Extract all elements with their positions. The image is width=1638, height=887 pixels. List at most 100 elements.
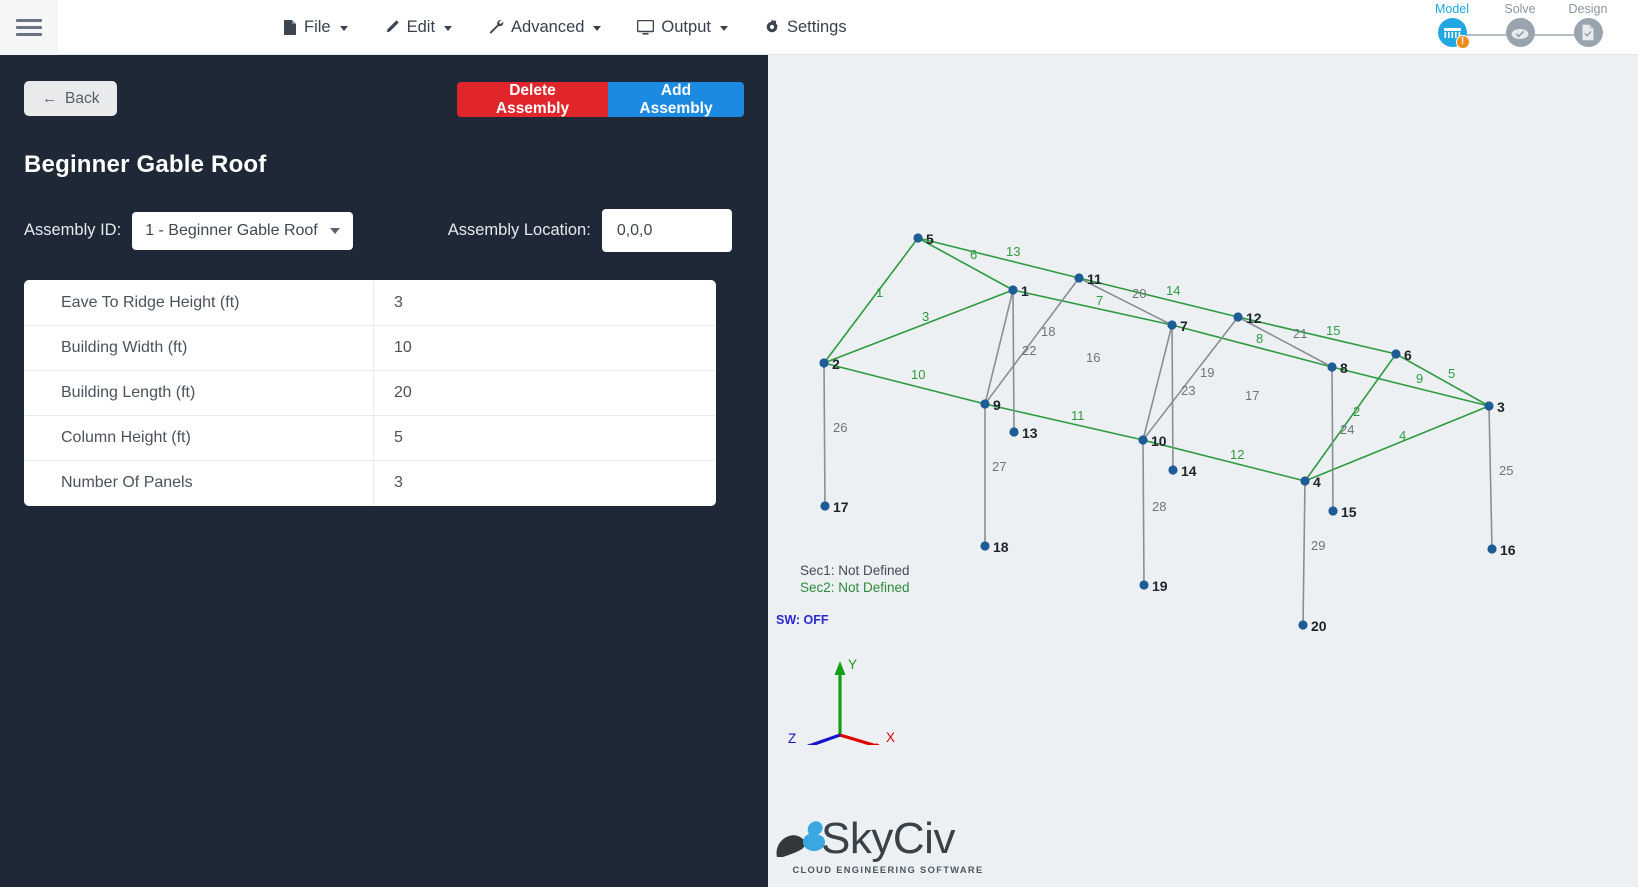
parameter-value-cell[interactable]: 20 — [374, 371, 716, 416]
stage-solve[interactable]: Solve — [1486, 2, 1554, 47]
member-id-label: 21 — [1293, 326, 1307, 341]
assembly-action-buttons: Delete Assembly Add Assembly — [457, 82, 744, 117]
assembly-location-input[interactable] — [601, 209, 732, 252]
model-member[interactable] — [1331, 366, 1490, 407]
model-node[interactable] — [1487, 544, 1497, 554]
model-member[interactable] — [984, 289, 1014, 405]
menu-item-edit[interactable]: Edit — [381, 14, 455, 41]
hamburger-menu-button[interactable] — [0, 0, 58, 55]
parameter-name-cell: Column Height (ft) — [25, 415, 374, 461]
node-id-label: 1 — [1021, 283, 1029, 299]
model-member[interactable] — [1171, 324, 1333, 368]
model-member[interactable] — [984, 277, 1080, 405]
pencil-icon — [384, 19, 400, 35]
node-id-label: 10 — [1151, 433, 1167, 449]
model-member[interactable] — [1142, 324, 1173, 441]
table-row: Number Of Panels 3 — [25, 460, 716, 506]
top-toolbar: File Edit Advanced Output Settings Model… — [0, 0, 1638, 55]
assembly-id-selected-value: 1 - Beginner Gable Roof — [145, 221, 318, 239]
member-id-label: 4 — [1399, 428, 1406, 443]
model-3d-viewport[interactable]: 1 2 3 4 5 6 7 8 9 10 11 12 13 14 15 16 17 18 19 20 21 22 23 24 2… — [768, 55, 1638, 887]
wrench-icon — [488, 19, 504, 35]
parameter-value-cell[interactable]: 3 — [374, 281, 716, 326]
model-node[interactable] — [819, 358, 829, 368]
monitor-icon — [637, 19, 655, 35]
model-node[interactable] — [1233, 312, 1243, 322]
model-node[interactable] — [1391, 349, 1401, 359]
parameter-value-cell[interactable]: 10 — [374, 326, 716, 371]
model-node[interactable] — [1009, 427, 1019, 437]
model-member[interactable] — [917, 237, 1080, 279]
model-member[interactable] — [984, 403, 1144, 441]
arrow-left-icon: ← — [42, 90, 57, 107]
menu-item-settings[interactable]: Settings — [761, 14, 850, 41]
node-id-label: 9 — [993, 397, 1001, 413]
add-assembly-button[interactable]: Add Assembly — [608, 82, 744, 117]
model-node[interactable] — [1074, 273, 1084, 283]
model-member[interactable] — [823, 362, 826, 507]
model-member[interactable] — [1142, 439, 1145, 586]
model-node[interactable] — [1168, 465, 1178, 475]
node-id-label: 18 — [993, 539, 1009, 555]
stage-design[interactable]: Design — [1554, 2, 1622, 47]
chevron-down-icon — [593, 26, 602, 31]
parameter-value-cell[interactable]: 5 — [374, 416, 716, 461]
menu-item-output[interactable]: Output — [634, 14, 731, 41]
node-id-label: 2 — [832, 356, 840, 372]
model-node[interactable] — [1327, 362, 1337, 372]
back-button[interactable]: ← Back — [24, 81, 118, 116]
document-check-icon — [1573, 18, 1603, 47]
main-menu: File Edit Advanced Output Settings — [280, 14, 850, 41]
member-id-label: 2 — [1353, 404, 1360, 419]
assembly-id-select[interactable]: 1 - Beginner Gable Roof — [132, 211, 353, 250]
svg-text:Z: Z — [788, 731, 796, 745]
model-member[interactable] — [1171, 324, 1174, 471]
menu-item-advanced[interactable]: Advanced — [485, 14, 604, 41]
member-id-label: 6 — [970, 247, 977, 262]
model-node[interactable] — [1138, 435, 1148, 445]
assembly-editor-panel: ← Back Delete Assembly Add Assembly Begi… — [0, 55, 768, 887]
menu-item-file[interactable]: File — [280, 14, 351, 41]
model-node[interactable] — [820, 501, 830, 511]
node-id-label: 13 — [1022, 425, 1038, 441]
member-id-label: 23 — [1181, 383, 1195, 398]
model-node[interactable] — [1484, 401, 1494, 411]
member-id-label: 26 — [833, 420, 847, 435]
model-node[interactable] — [1298, 620, 1308, 630]
node-id-label: 4 — [1313, 474, 1321, 490]
model-member[interactable] — [1331, 366, 1334, 512]
member-id-label: 10 — [911, 367, 925, 382]
assembly-id-label: Assembly ID: — [24, 221, 122, 239]
menu-item-output-label: Output — [661, 17, 711, 36]
stage-solve-label: Solve — [1504, 2, 1536, 16]
stage-model[interactable]: Model ! — [1418, 2, 1486, 49]
model-member[interactable] — [1142, 316, 1239, 441]
delete-assembly-button[interactable]: Delete Assembly — [457, 82, 608, 117]
member-id-label: 8 — [1256, 331, 1263, 346]
parameter-value-cell[interactable]: 3 — [374, 461, 716, 506]
model-node[interactable] — [913, 233, 923, 243]
model-member[interactable] — [1012, 289, 1015, 433]
model-node[interactable] — [1328, 506, 1338, 516]
model-node[interactable] — [1300, 476, 1310, 486]
model-node[interactable] — [1139, 580, 1149, 590]
table-row: Building Length (ft) 20 — [25, 370, 716, 416]
member-id-label: 15 — [1326, 323, 1340, 338]
chevron-down-icon — [329, 227, 340, 234]
member-id-label: 9 — [1416, 371, 1423, 386]
model-member[interactable] — [1142, 439, 1306, 482]
model-member[interactable] — [1302, 480, 1306, 626]
node-id-label: 5 — [926, 231, 934, 247]
model-member[interactable] — [823, 362, 986, 405]
model-member[interactable] — [1488, 405, 1493, 550]
model-node[interactable] — [1008, 285, 1018, 295]
model-node[interactable] — [980, 399, 990, 409]
member-id-label: 25 — [1499, 463, 1513, 478]
panel-action-row: ← Back Delete Assembly Add Assembly — [24, 81, 744, 121]
model-node[interactable] — [1167, 320, 1177, 330]
check-cloud-icon — [1505, 18, 1535, 47]
back-button-label: Back — [65, 89, 100, 107]
chevron-down-icon — [444, 26, 453, 31]
model-node[interactable] — [980, 541, 990, 551]
member-id-label: 29 — [1311, 538, 1325, 553]
